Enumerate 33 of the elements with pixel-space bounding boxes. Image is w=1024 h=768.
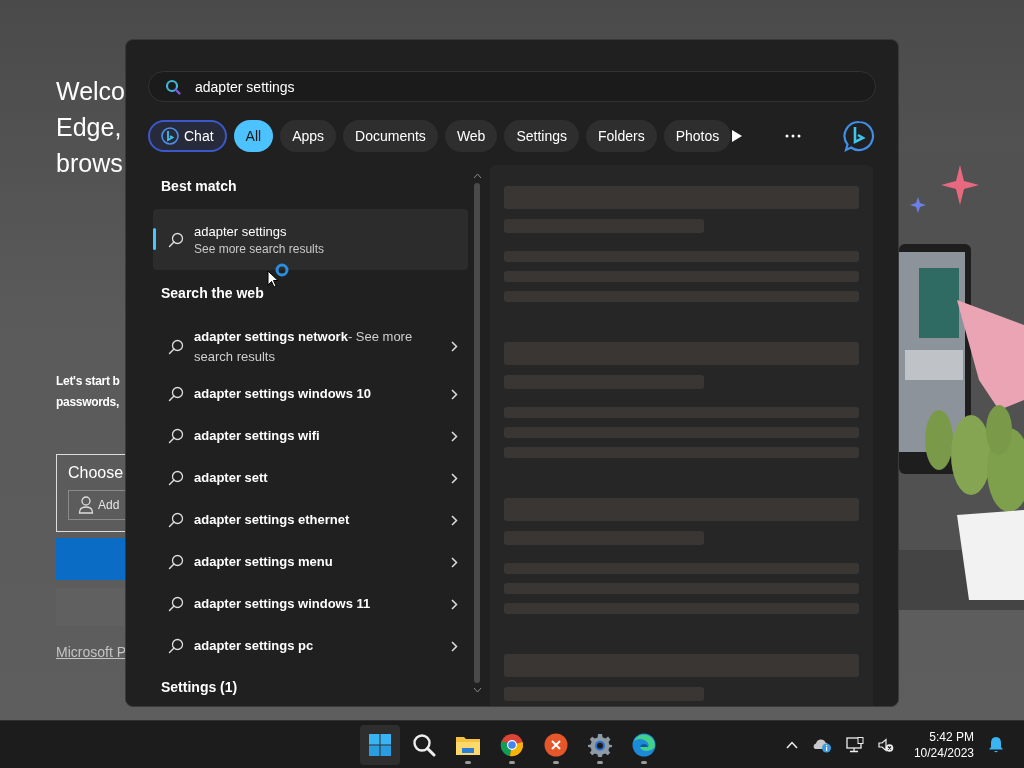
web-result[interactable]: adapter settings network- See more search results bbox=[153, 320, 468, 373]
section-heading: Search the web bbox=[160, 284, 265, 303]
result-subtitle: See more search results bbox=[194, 240, 325, 258]
web-result[interactable]: adapter settings ethernet bbox=[153, 499, 468, 541]
filter-tab[interactable]: Settings bbox=[504, 120, 579, 152]
section-heading: Settings (1) bbox=[160, 678, 239, 697]
filter-tab[interactable]: Folders bbox=[586, 120, 657, 152]
clock-time: 5:42 PM bbox=[928, 728, 974, 745]
web-result[interactable]: adapter settings windows 10 bbox=[153, 373, 468, 415]
filter-tab[interactable]: Web bbox=[444, 120, 498, 152]
welcome-heading: Edge, bbox=[56, 112, 122, 143]
filter-tab[interactable]: Chat bbox=[148, 120, 227, 152]
section-heading: Best match bbox=[160, 177, 238, 196]
web-result[interactable]: adapter settings pc bbox=[153, 625, 468, 667]
filter-tab[interactable]: Documents bbox=[343, 120, 438, 152]
welcome-heading: brows bbox=[56, 148, 123, 179]
filter-tab[interactable]: Apps bbox=[280, 120, 337, 152]
clock[interactable]: 5:42 PM 10/24/2023 bbox=[913, 728, 974, 761]
search-field[interactable]: adapter settings bbox=[148, 71, 876, 102]
result-title: adapter settings bbox=[194, 222, 288, 241]
intro-text: passwords, bbox=[56, 394, 120, 411]
clock-date: 10/24/2023 bbox=[913, 744, 974, 761]
web-result[interactable]: adapter settings windows 11 bbox=[153, 583, 468, 625]
filter-tab[interactable]: All bbox=[233, 120, 274, 152]
best-match-item[interactable]: adapter settings See more search results bbox=[153, 209, 468, 270]
web-result[interactable]: adapter sett bbox=[153, 457, 468, 499]
web-result[interactable]: adapter settings wifi bbox=[153, 415, 468, 457]
web-result[interactable]: adapter settings menu bbox=[153, 541, 468, 583]
footer-link[interactable]: Microsoft P bbox=[56, 644, 125, 660]
intro-text: Let's start b bbox=[56, 373, 120, 390]
welcome-heading: Welco bbox=[56, 76, 125, 107]
choose-label: Choose bbox=[68, 463, 125, 483]
filter-tab[interactable]: Photos bbox=[663, 120, 732, 152]
